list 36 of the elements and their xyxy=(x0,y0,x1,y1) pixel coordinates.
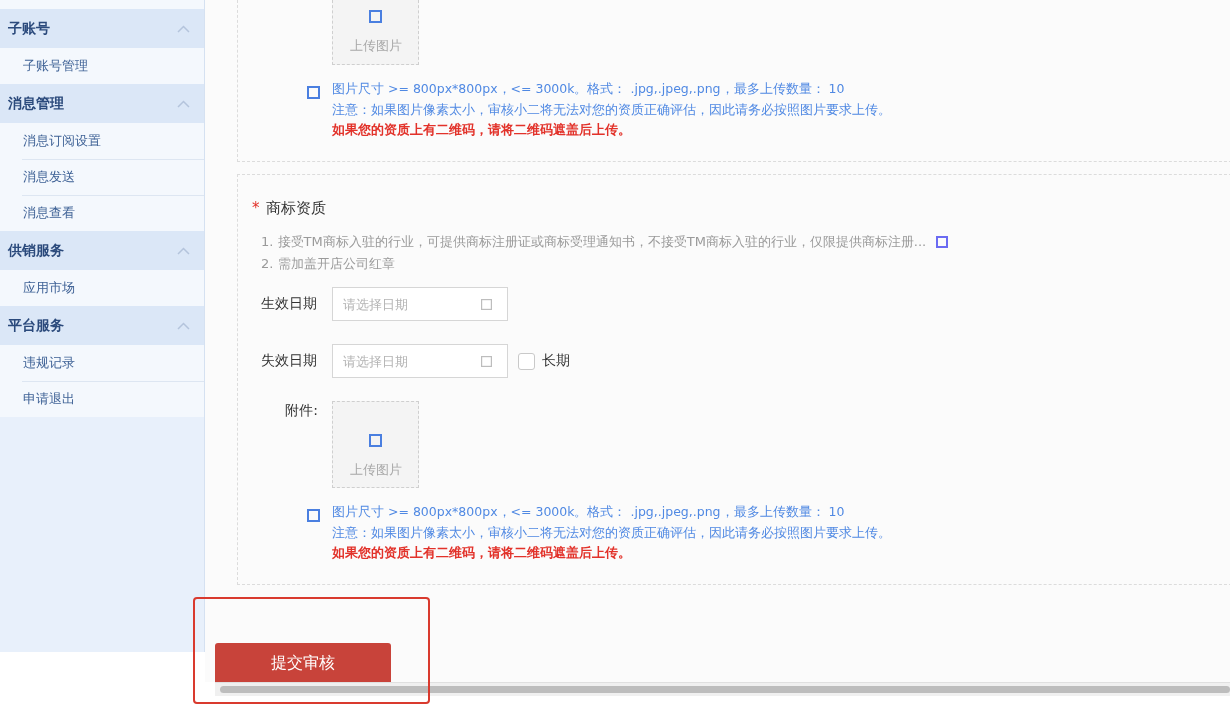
section-title: 商标资质 xyxy=(265,198,326,219)
required-mark: * xyxy=(252,198,260,219)
square-outline-icon xyxy=(369,10,382,23)
sidebar-item[interactable]: 消息发送 xyxy=(0,159,204,195)
notice-text: 注意：如果图片像素太小，审核小二将无法对您的资质正确评估，因此请务必按照图片要求上传。 xyxy=(332,524,891,542)
hint-text: 图片尺寸 >= 800px*800px，<= 3000k。格式： .jpg,.jpeg,.png，最多上传数量： 10 xyxy=(332,503,845,521)
field-label: 附件: xyxy=(284,401,318,419)
square-outline-icon xyxy=(307,509,320,522)
sidebar-item[interactable]: 消息订阅设置 xyxy=(0,123,204,159)
date-field[interactable]: 请选择日期 xyxy=(332,344,508,378)
field-label: 失效日期 xyxy=(261,352,318,370)
sidebar-item[interactable]: 子账号管理 xyxy=(0,48,204,84)
notice-text: 注意：如果图片像素太小，审核小二将无法对您的资质正确评估，因此请务必按照图片要求上传。 xyxy=(332,101,891,119)
warning-text: 如果您的资质上有二维码，请将二维码遮盖后上传。 xyxy=(332,121,631,139)
sidebar-item[interactable]: 申请退出 xyxy=(0,381,204,417)
note-text: 2. 需加盖开店公司红章 xyxy=(261,255,395,273)
sidebar-group-header[interactable]: 消息管理 xyxy=(0,84,204,123)
calendar-icon xyxy=(481,356,492,367)
date-field[interactable]: 请选择日期 xyxy=(332,287,508,321)
note-text: 1. 接受TM商标入驻的行业，可提供商标注册证或商标受理通知书，不接受TM商标入驻的行业，仅限提供商标注册... xyxy=(261,233,927,251)
calendar-icon xyxy=(481,299,492,310)
square-outline-icon xyxy=(307,86,320,99)
sidebar-group-header[interactable]: 供销服务 xyxy=(0,231,204,270)
hint-text: 图片尺寸 >= 800px*800px，<= 3000k。格式： .jpg,.jpeg,.png，最多上传数量： 10 xyxy=(332,80,845,98)
sidebar-group-header[interactable]: 平台服务 xyxy=(0,306,204,345)
sidebar-item[interactable]: 应用市场 xyxy=(0,270,204,306)
sidebar-group-header[interactable]: 子账号 xyxy=(0,9,204,48)
sidebar-item[interactable]: 违规记录 xyxy=(0,345,204,381)
square-outline-icon xyxy=(369,434,382,447)
field-label: 生效日期 xyxy=(261,295,318,313)
checkbox-label[interactable]: 长期 xyxy=(542,352,570,370)
warning-text: 如果您的资质上有二维码，请将二维码遮盖后上传。 xyxy=(332,544,631,562)
submit-button[interactable]: 提交审核 xyxy=(215,643,391,682)
sidebar-item[interactable]: 消息查看 xyxy=(0,195,204,231)
checkbox[interactable] xyxy=(518,352,535,370)
scrollbar-thumb[interactable] xyxy=(220,686,1230,693)
